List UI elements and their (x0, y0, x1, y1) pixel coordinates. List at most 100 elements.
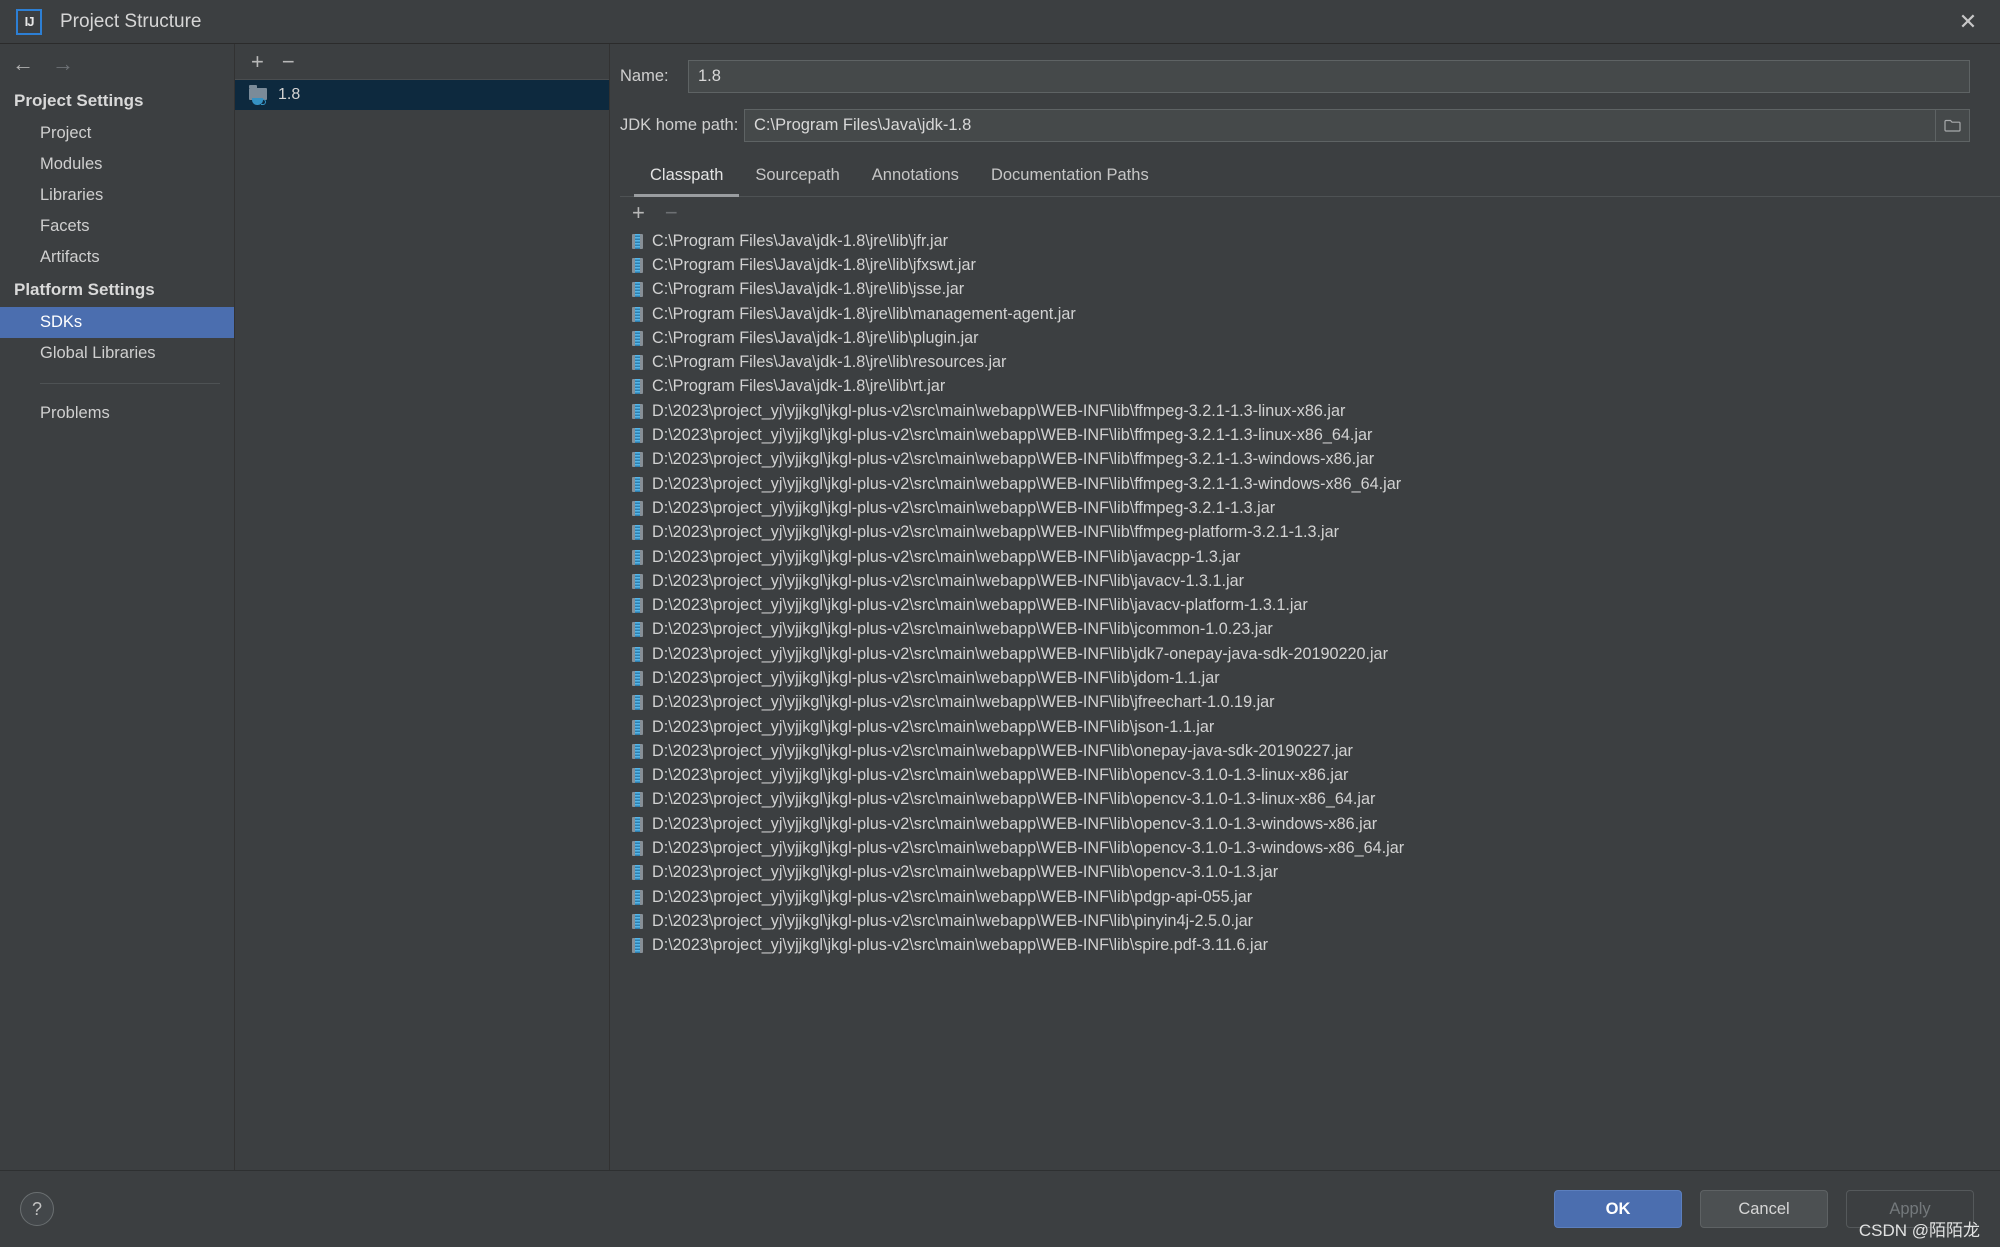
classpath-list-item-label: D:\2023\project_yj\yjjkgl\jkgl-plus-v2\s… (652, 668, 1220, 687)
tab-documentation-paths[interactable]: Documentation Paths (975, 160, 1165, 197)
detail-tabs: Classpath Sourcepath Annotations Documen… (620, 160, 2000, 197)
sdk-detail-panel: Name: JDK home path: Classpath Sourcepat… (610, 44, 2000, 1170)
folder-browse-icon[interactable] (1936, 109, 1970, 142)
classpath-list-item-label: D:\2023\project_yj\yjjkgl\jkgl-plus-v2\s… (652, 717, 1215, 736)
classpath-list-item-label: D:\2023\project_yj\yjjkgl\jkgl-plus-v2\s… (652, 571, 1244, 590)
classpath-list-item[interactable]: C:\Program Files\Java\jdk-1.8\jre\lib\jf… (632, 229, 2000, 253)
logo-text: IJ (24, 14, 35, 29)
dialog-footer: ? OK Cancel Apply CSDN @陌陌龙 (0, 1170, 2000, 1247)
classpath-list[interactable]: C:\Program Files\Java\jdk-1.8\jre\lib\jf… (610, 229, 2000, 1170)
classpath-list-item-label: D:\2023\project_yj\yjjkgl\jkgl-plus-v2\s… (652, 474, 1402, 493)
classpath-list-item-label: D:\2023\project_yj\yjjkgl\jkgl-plus-v2\s… (652, 498, 1276, 517)
classpath-list-item[interactable]: D:\2023\project_yj\yjjkgl\jkgl-plus-v2\s… (632, 885, 2000, 909)
classpath-list-item-label: C:\Program Files\Java\jdk-1.8\jre\lib\jf… (652, 255, 976, 274)
jar-file-icon (632, 889, 643, 905)
classpath-list-item[interactable]: D:\2023\project_yj\yjjkgl\jkgl-plus-v2\s… (632, 836, 2000, 860)
classpath-list-item[interactable]: D:\2023\project_yj\yjjkgl\jkgl-plus-v2\s… (632, 861, 2000, 885)
classpath-list-item-label: D:\2023\project_yj\yjjkgl\jkgl-plus-v2\s… (652, 596, 1308, 615)
arrow-left-icon[interactable]: ← (12, 53, 34, 75)
jar-file-icon (632, 816, 643, 832)
dialog-body: ← → Project Settings Project Modules Lib… (0, 44, 2000, 1170)
jar-file-icon (632, 452, 643, 468)
classpath-list-item[interactable]: D:\2023\project_yj\yjjkgl\jkgl-plus-v2\s… (632, 715, 2000, 739)
sidebar-item-facets[interactable]: Facets (0, 211, 234, 242)
plus-icon[interactable]: + (251, 50, 264, 73)
classpath-list-item[interactable]: D:\2023\project_yj\yjjkgl\jkgl-plus-v2\s… (632, 764, 2000, 788)
jar-file-icon (632, 476, 643, 492)
classpath-list-item-label: D:\2023\project_yj\yjjkgl\jkgl-plus-v2\s… (652, 741, 1353, 760)
classpath-list-item[interactable]: D:\2023\project_yj\yjjkgl\jkgl-plus-v2\s… (632, 739, 2000, 763)
classpath-list-item[interactable]: D:\2023\project_yj\yjjkgl\jkgl-plus-v2\s… (632, 618, 2000, 642)
classpath-list-item[interactable]: D:\2023\project_yj\yjjkgl\jkgl-plus-v2\s… (632, 545, 2000, 569)
sidebar-item-global-libraries[interactable]: Global Libraries (0, 338, 234, 369)
classpath-list-item[interactable]: D:\2023\project_yj\yjjkgl\jkgl-plus-v2\s… (632, 448, 2000, 472)
sdk-list-item[interactable]: 1.8 (235, 80, 609, 110)
minus-icon[interactable]: − (665, 202, 678, 224)
jar-file-icon (632, 792, 643, 808)
jar-file-icon (632, 573, 643, 589)
classpath-list-item[interactable]: D:\2023\project_yj\yjjkgl\jkgl-plus-v2\s… (632, 934, 2000, 958)
sidebar-item-artifacts[interactable]: Artifacts (0, 242, 234, 273)
classpath-list-item-label: D:\2023\project_yj\yjjkgl\jkgl-plus-v2\s… (652, 839, 1405, 858)
classpath-list-item[interactable]: C:\Program Files\Java\jdk-1.8\jre\lib\re… (632, 350, 2000, 374)
classpath-list-item-label: D:\2023\project_yj\yjjkgl\jkgl-plus-v2\s… (652, 401, 1346, 420)
classpath-list-item[interactable]: D:\2023\project_yj\yjjkgl\jkgl-plus-v2\s… (632, 642, 2000, 666)
jar-file-icon (632, 695, 643, 711)
classpath-list-item[interactable]: D:\2023\project_yj\yjjkgl\jkgl-plus-v2\s… (632, 691, 2000, 715)
classpath-list-item-label: D:\2023\project_yj\yjjkgl\jkgl-plus-v2\s… (652, 644, 1388, 663)
classpath-list-item-label: D:\2023\project_yj\yjjkgl\jkgl-plus-v2\s… (652, 766, 1349, 785)
classpath-toolbar: + − (610, 197, 2000, 229)
help-icon[interactable]: ? (20, 1192, 54, 1226)
jar-file-icon (632, 841, 643, 857)
plus-icon[interactable]: + (632, 202, 645, 224)
classpath-list-item[interactable]: D:\2023\project_yj\yjjkgl\jkgl-plus-v2\s… (632, 472, 2000, 496)
cancel-button[interactable]: Cancel (1700, 1190, 1828, 1228)
classpath-list-item[interactable]: C:\Program Files\Java\jdk-1.8\jre\lib\pl… (632, 326, 2000, 350)
jar-file-icon (632, 913, 643, 929)
jar-file-icon (632, 865, 643, 881)
jdk-home-path-label: JDK home path: (620, 116, 739, 134)
classpath-list-item-label: D:\2023\project_yj\yjjkgl\jkgl-plus-v2\s… (652, 693, 1275, 712)
jar-file-icon (632, 500, 643, 516)
classpath-list-item[interactable]: D:\2023\project_yj\yjjkgl\jkgl-plus-v2\s… (632, 593, 2000, 617)
sidebar-item-project[interactable]: Project (0, 118, 234, 149)
classpath-list-item-label: D:\2023\project_yj\yjjkgl\jkgl-plus-v2\s… (652, 547, 1241, 566)
sidebar-item-sdks[interactable]: SDKs (0, 307, 234, 338)
name-input[interactable] (688, 60, 1970, 93)
classpath-list-item[interactable]: C:\Program Files\Java\jdk-1.8\jre\lib\ma… (632, 302, 2000, 326)
classpath-list-item[interactable]: D:\2023\project_yj\yjjkgl\jkgl-plus-v2\s… (632, 788, 2000, 812)
tab-annotations[interactable]: Annotations (856, 160, 975, 197)
classpath-list-item[interactable]: D:\2023\project_yj\yjjkgl\jkgl-plus-v2\s… (632, 399, 2000, 423)
classpath-list-item-label: D:\2023\project_yj\yjjkgl\jkgl-plus-v2\s… (652, 814, 1378, 833)
classpath-list-item-label: D:\2023\project_yj\yjjkgl\jkgl-plus-v2\s… (652, 790, 1376, 809)
classpath-list-item[interactable]: D:\2023\project_yj\yjjkgl\jkgl-plus-v2\s… (632, 909, 2000, 933)
close-icon[interactable]: ✕ (1936, 0, 2000, 43)
ok-button[interactable]: OK (1554, 1190, 1682, 1228)
classpath-list-item[interactable]: D:\2023\project_yj\yjjkgl\jkgl-plus-v2\s… (632, 666, 2000, 690)
classpath-list-item[interactable]: D:\2023\project_yj\yjjkgl\jkgl-plus-v2\s… (632, 521, 2000, 545)
footer-button-group: OK Cancel Apply (1554, 1190, 1974, 1228)
sidebar-item-libraries[interactable]: Libraries (0, 180, 234, 211)
jar-file-icon (632, 768, 643, 784)
classpath-list-item[interactable]: D:\2023\project_yj\yjjkgl\jkgl-plus-v2\s… (632, 812, 2000, 836)
sidebar-item-modules[interactable]: Modules (0, 149, 234, 180)
jar-file-icon (632, 257, 643, 273)
jar-file-icon (632, 598, 643, 614)
jar-file-icon (632, 622, 643, 638)
classpath-list-item[interactable]: D:\2023\project_yj\yjjkgl\jkgl-plus-v2\s… (632, 423, 2000, 447)
tab-classpath[interactable]: Classpath (634, 160, 740, 197)
jdk-home-path-input[interactable] (744, 109, 1936, 142)
window-title: Project Structure (60, 10, 202, 32)
classpath-list-item[interactable]: C:\Program Files\Java\jdk-1.8\jre\lib\js… (632, 278, 2000, 302)
sidebar-item-problems[interactable]: Problems (0, 398, 234, 429)
classpath-list-item[interactable]: C:\Program Files\Java\jdk-1.8\jre\lib\rt… (632, 375, 2000, 399)
jar-file-icon (632, 646, 643, 662)
sdk-list-panel: + − 1.8 (235, 44, 610, 1170)
classpath-list-item[interactable]: C:\Program Files\Java\jdk-1.8\jre\lib\jf… (632, 253, 2000, 277)
classpath-list-item[interactable]: D:\2023\project_yj\yjjkgl\jkgl-plus-v2\s… (632, 496, 2000, 520)
classpath-list-item[interactable]: D:\2023\project_yj\yjjkgl\jkgl-plus-v2\s… (632, 569, 2000, 593)
arrow-right-icon[interactable]: → (52, 53, 74, 75)
minus-icon[interactable]: − (282, 50, 295, 73)
jar-file-icon (632, 379, 643, 395)
tab-sourcepath[interactable]: Sourcepath (739, 160, 855, 197)
